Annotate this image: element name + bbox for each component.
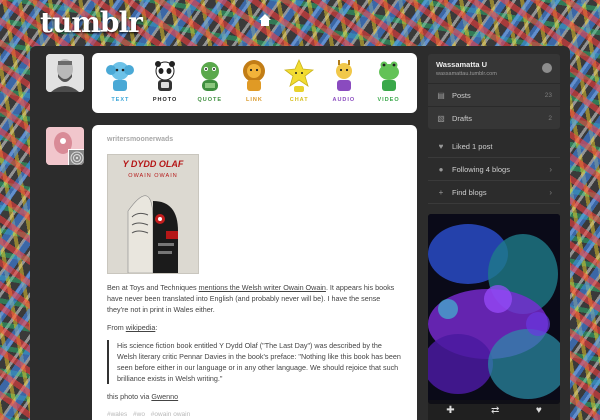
photo-credit: this photo via Gwenno xyxy=(107,391,402,402)
post-type-label: Video xyxy=(377,97,400,103)
source-line: From wikipedia: xyxy=(107,322,402,333)
post-text: this photo via xyxy=(107,392,152,401)
drafts-count: 2 xyxy=(548,114,552,122)
post-type-label: Text xyxy=(111,97,130,103)
star-icon xyxy=(284,59,315,92)
post-tags: #wales #wo #owain owain xyxy=(107,409,402,420)
spiral-icon xyxy=(69,150,84,165)
frog-icon xyxy=(378,61,399,91)
sidebar-item-drafts[interactable]: ▧ Drafts 2 xyxy=(428,107,560,129)
post-type-quote-button[interactable]: Quote xyxy=(192,59,228,103)
book-cover-art xyxy=(108,181,198,273)
post-type-label: Quote xyxy=(197,97,223,103)
abstract-fractal-art xyxy=(428,214,560,404)
post-text: : xyxy=(155,323,158,332)
sidebar-item-label: Liked 1 post xyxy=(452,141,493,151)
book-cover-image[interactable]: Y DYDD OLAF OWAIN OWAIN xyxy=(107,154,199,274)
radar-artwork-image[interactable] xyxy=(428,214,560,404)
account-box: Wassamatta U wassamattau.tumblr.com ▤ Po… xyxy=(428,54,560,129)
user-avatar[interactable] xyxy=(46,54,84,92)
post-type-label: Chat xyxy=(289,97,309,103)
wikipedia-quote: His science fiction book entitled Y Dydd… xyxy=(107,340,402,384)
post-type-text-button[interactable]: Text xyxy=(102,59,138,103)
artwork-action-bar: ✚ ⇄ ♥ xyxy=(428,400,560,420)
plus-icon[interactable]: ✚ xyxy=(446,405,454,416)
heart-icon[interactable]: ♥ xyxy=(536,405,542,416)
chevron-right-icon: › xyxy=(549,187,552,197)
reblog-source-avatar[interactable] xyxy=(68,149,84,165)
sidebar-item-find-blogs[interactable]: + Find blogs › xyxy=(428,181,560,204)
elephant-icon xyxy=(106,62,135,91)
sidebar-item-following[interactable]: ● Following 4 blogs › xyxy=(428,158,560,181)
tag[interactable]: #owain owain xyxy=(151,411,190,418)
giraffe-icon xyxy=(335,60,352,91)
post-type-composer: Text Photo Quote Link Chat xyxy=(92,53,417,113)
owain-owain-link[interactable]: mentions the Welsh writer Owain Owain xyxy=(199,283,326,292)
heart-icon: ♥ xyxy=(438,141,444,151)
gear-icon[interactable] xyxy=(542,63,552,73)
chevron-right-icon: › xyxy=(549,164,552,174)
post-type-chat-button[interactable]: Chat xyxy=(281,59,317,103)
sidebar: Wassamatta U wassamattau.tumblr.com ▤ Po… xyxy=(428,54,560,404)
portrait-image xyxy=(46,54,84,92)
account-header[interactable]: Wassamatta U wassamattau.tumblr.com xyxy=(428,54,560,84)
post-type-label: Photo xyxy=(152,97,178,103)
post-type-link-button[interactable]: Link xyxy=(236,59,272,103)
post-text: Ben at Toys and Techniques xyxy=(107,283,199,292)
post-type-label: Audio xyxy=(332,97,356,103)
posts-icon: ▤ xyxy=(437,90,445,100)
sidebar-item-label: Posts xyxy=(452,90,471,100)
activity-list: ♥ Liked 1 post ● Following 4 blogs › + F… xyxy=(428,135,560,204)
account-url: wassamattau.tumblr.com xyxy=(436,71,497,77)
post-text: From xyxy=(107,323,126,332)
person-icon: ● xyxy=(438,164,444,174)
tag[interactable]: #wo xyxy=(133,411,145,418)
lion-icon xyxy=(243,60,266,91)
sidebar-item-label: Following 4 blogs xyxy=(452,164,510,174)
tumblr-logo[interactable]: tumblr xyxy=(40,6,143,39)
sidebar-item-label: Drafts xyxy=(452,113,473,123)
sidebar-item-liked[interactable]: ♥ Liked 1 post xyxy=(428,135,560,158)
post-paragraph: Ben at Toys and Techniques mentions the … xyxy=(107,282,402,315)
turtle-icon xyxy=(200,62,219,91)
drafts-icon: ▧ xyxy=(437,113,445,123)
post-type-audio-button[interactable]: Audio xyxy=(326,59,362,103)
sidebar-item-label: Find blogs xyxy=(452,187,487,197)
post-blog-name[interactable]: writersmoonerwads xyxy=(107,134,402,145)
tag[interactable]: #wales xyxy=(107,411,127,418)
poster-avatar[interactable] xyxy=(46,127,84,165)
post-type-video-button[interactable]: Video xyxy=(371,59,407,103)
post-card: writersmoonerwads Y DYDD OLAF OWAIN OWAI… xyxy=(92,125,417,420)
sidebar-item-posts[interactable]: ▤ Posts 23 xyxy=(428,84,560,107)
panda-icon xyxy=(155,61,176,91)
add-person-icon: + xyxy=(438,187,444,197)
home-icon[interactable] xyxy=(258,13,272,27)
post-type-label: Link xyxy=(246,97,263,103)
post-type-photo-button[interactable]: Photo xyxy=(147,59,183,103)
book-cover-title: Y DYDD OLAF xyxy=(122,159,184,169)
posts-count: 23 xyxy=(544,91,552,99)
gwenno-link[interactable]: Gwenno xyxy=(151,392,178,401)
reblog-icon[interactable]: ⇄ xyxy=(491,405,499,416)
wikipedia-link[interactable]: wikipedia xyxy=(126,323,156,332)
account-name: Wassamatta U xyxy=(436,60,487,69)
